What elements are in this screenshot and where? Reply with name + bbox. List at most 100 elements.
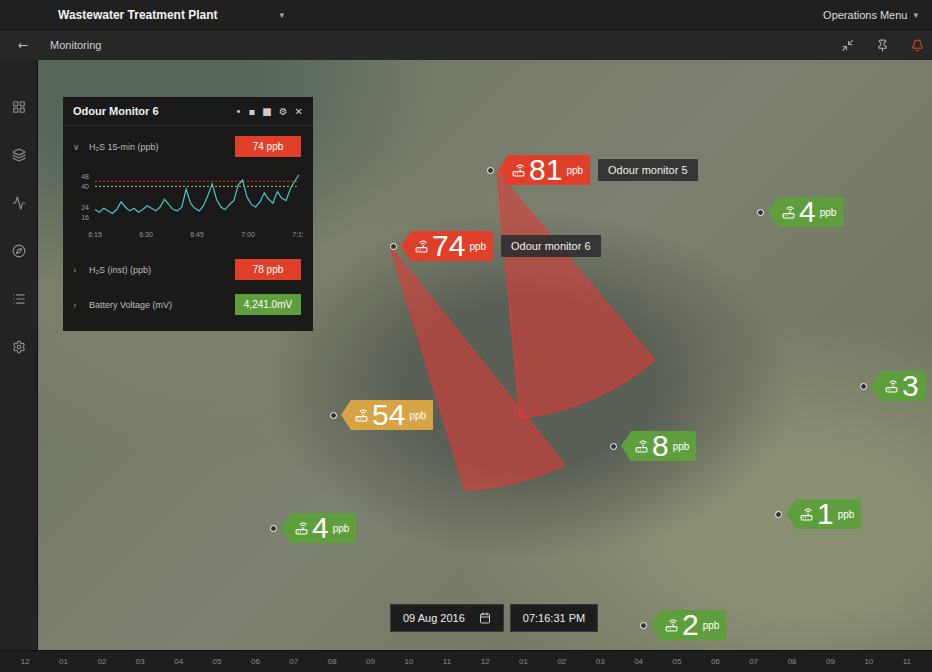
time-value: 07:16:31 PM xyxy=(523,612,585,624)
reading-badge: 78 ppb xyxy=(235,259,301,280)
reading-toggle[interactable]: ∨ H₂S 15-min (ppb) xyxy=(73,142,159,152)
x-tick: 6:15 xyxy=(88,231,102,238)
pin-unit: ppb xyxy=(703,620,720,631)
pin-tag: 1 ppb xyxy=(786,499,861,529)
x-tick: 6:45 xyxy=(190,231,204,238)
timeline-tick: 11 xyxy=(443,657,451,666)
calendar-icon xyxy=(479,612,491,624)
reading-badge: 4,241.0mV xyxy=(235,294,301,315)
monitor-pin[interactable]: 2 ppb xyxy=(640,610,726,640)
pin-tag: 4 ppb xyxy=(768,197,843,227)
timeline-tick: 12 xyxy=(481,657,490,666)
pin-unit: ppb xyxy=(469,241,486,252)
monitor-icon xyxy=(635,440,648,453)
timeline-tick: 01 xyxy=(59,657,68,666)
monitor-icon xyxy=(885,380,898,393)
pin-value: 1 xyxy=(817,499,834,529)
timeline-tick: 05 xyxy=(673,657,682,666)
monitor-icon xyxy=(800,508,813,521)
back-button[interactable]: ← xyxy=(18,38,28,52)
x-tick: 6:30 xyxy=(139,231,153,238)
collapse-icon[interactable] xyxy=(841,39,854,52)
caret-icon: ▾ xyxy=(913,10,918,20)
pin-value: 8 xyxy=(652,431,669,461)
sub-bar: ←Monitoring xyxy=(0,30,932,60)
monitor-pin[interactable]: 1 ppb xyxy=(775,499,861,529)
monitor-icon xyxy=(355,409,368,422)
monitor-icon xyxy=(782,206,795,219)
sidebar-icon[interactable] xyxy=(12,196,26,210)
timeline[interactable]: 1201020304050607080910111201020304050607… xyxy=(0,650,932,672)
popup-control[interactable]: ▪ xyxy=(248,106,255,117)
app-window: Wastewater Treatment Plant▾ Operations Me… xyxy=(0,0,932,672)
date-time-picker: 09 Aug 2016 07:16:31 PM xyxy=(390,604,598,632)
pin-tag: 81ppb xyxy=(498,155,590,185)
timeline-tick: 08 xyxy=(328,657,337,666)
operations-menu[interactable]: Operations Menu ▾ xyxy=(823,9,918,21)
pin-tag: 3 xyxy=(871,371,926,401)
monitor-popup[interactable]: Odour Monitor 6•▪■⚙✕∨H₂S 15-min (ppb)74 … xyxy=(63,97,313,331)
aerial-map[interactable]: 81ppbOdour monitor 5 74ppbOdour monitor 6… xyxy=(38,60,932,650)
caret-icon: ▾ xyxy=(279,10,284,20)
sidebar xyxy=(0,60,38,650)
sidebar-icon[interactable] xyxy=(12,148,26,162)
sidebar-icon[interactable] xyxy=(12,292,26,306)
y-tick: 16 xyxy=(81,214,89,221)
reading-toggle[interactable]: ›H₂S (inst) (ppb) xyxy=(73,265,151,275)
monitor-pin[interactable]: 81ppbOdour monitor 5 xyxy=(487,155,698,185)
y-tick: 24 xyxy=(81,204,89,211)
timeline-tick: 05 xyxy=(213,657,222,666)
timeline-tick: 08 xyxy=(788,657,797,666)
pin-tag: 2 ppb xyxy=(651,610,726,640)
monitor-pin[interactable]: 4 ppb xyxy=(757,197,843,227)
timeline-tick: 01 xyxy=(519,657,528,666)
chevron-icon: › xyxy=(73,300,81,310)
y-tick: 48 xyxy=(81,173,89,180)
sidebar-icon[interactable] xyxy=(12,340,26,354)
pin-unit: ppb xyxy=(820,207,837,218)
timeline-tick: 06 xyxy=(711,657,720,666)
monitor-pin[interactable]: 74ppbOdour monitor 6 xyxy=(390,231,601,261)
wind-sector xyxy=(390,246,565,490)
pin-tag: 54ppb xyxy=(341,400,433,430)
pin-icon[interactable] xyxy=(876,39,889,52)
x-tick: 7:00 xyxy=(241,231,255,238)
reading-toggle[interactable]: › Battery Voltage (mV) xyxy=(73,300,172,310)
date-field[interactable]: 09 Aug 2016 xyxy=(390,604,504,632)
monitor-pin[interactable]: 8 ppb xyxy=(610,431,696,461)
monitor-icon xyxy=(665,619,678,632)
timeline-tick: 07 xyxy=(749,657,758,666)
monitor-pin[interactable]: 4ppb xyxy=(270,513,356,543)
sidebar-icon[interactable] xyxy=(12,100,26,114)
monitor-pin[interactable]: 54ppb xyxy=(330,400,433,430)
reading-label: Battery Voltage (mV) xyxy=(89,300,172,310)
pin-unit: ppb xyxy=(673,441,690,452)
pin-value: 2 xyxy=(682,610,699,640)
popup-control[interactable]: ✕ xyxy=(295,106,303,117)
monitor-icon xyxy=(295,522,308,535)
plant-selector[interactable]: Wastewater Treatment Plant▾ xyxy=(58,8,284,22)
pin-value: 3 xyxy=(902,371,919,401)
chart-panel: 484024166:156:306:457:007:15 xyxy=(63,161,313,249)
timeline-tick: 09 xyxy=(826,657,835,666)
popup-control[interactable]: ⚙ xyxy=(279,106,288,117)
pin-value: 4 xyxy=(799,197,816,227)
reading-badge: 74 ppb xyxy=(235,136,301,157)
popup-control[interactable]: ■ xyxy=(262,106,271,117)
timeline-tick: 02 xyxy=(557,657,566,666)
pin-unit: ppb xyxy=(838,509,855,520)
sidebar-icon[interactable] xyxy=(12,244,26,258)
threshold-line xyxy=(95,186,299,187)
chevron-icon: ∨ xyxy=(73,142,81,152)
reading-row: › Battery Voltage (mV) 4,241.0mV xyxy=(63,284,313,319)
monitor-pin[interactable]: 3 xyxy=(860,371,926,401)
reading-label: H₂S 15-min (ppb) xyxy=(89,142,159,152)
time-field[interactable]: 07:16:31 PM xyxy=(510,604,598,632)
popup-control[interactable]: • xyxy=(236,106,242,117)
bell-icon[interactable] xyxy=(911,39,924,52)
timeline-tick: 12 xyxy=(21,657,30,666)
timeline-tick: 06 xyxy=(251,657,260,666)
menu-label: Operations Menu xyxy=(823,9,907,21)
timeline-tick: 03 xyxy=(596,657,605,666)
series-line xyxy=(95,175,299,214)
